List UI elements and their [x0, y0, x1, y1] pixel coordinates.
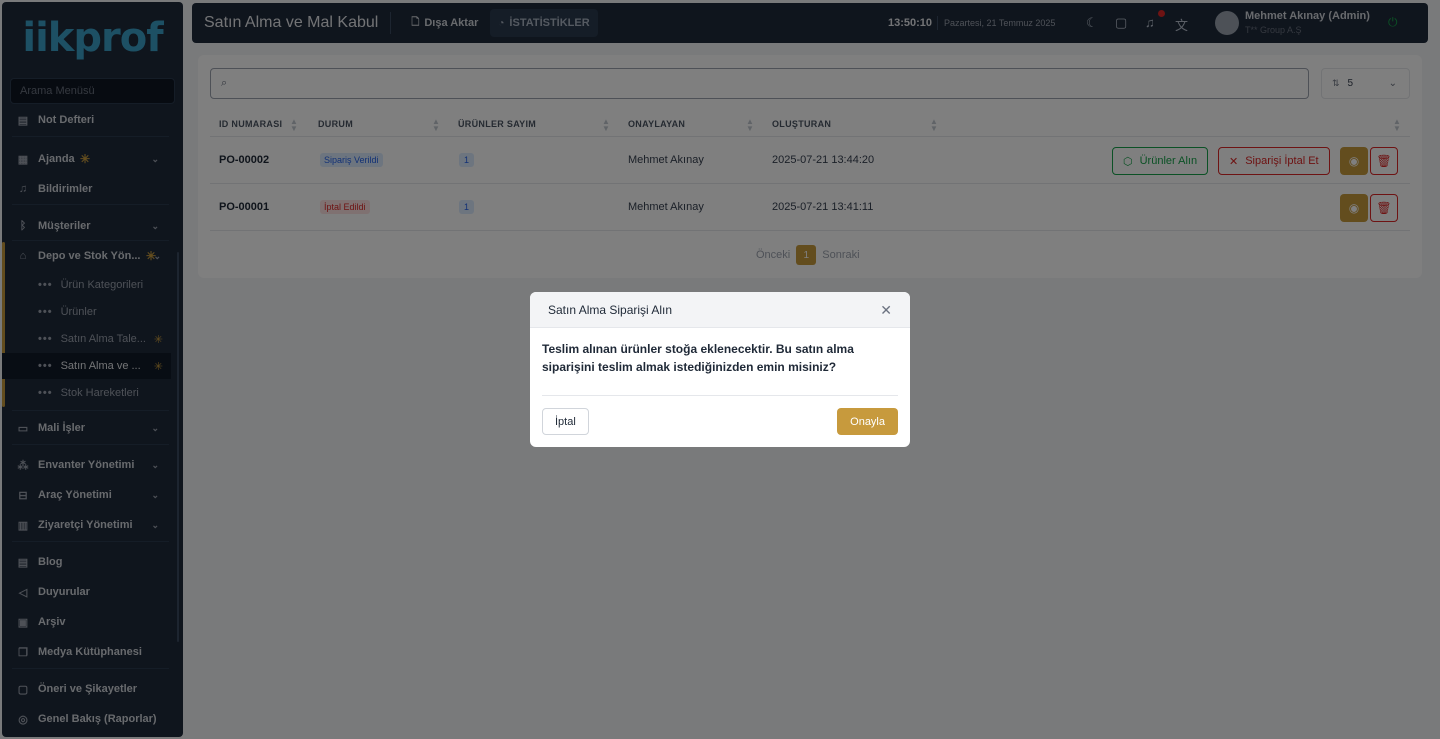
cancel-button[interactable]: İptal [542, 408, 589, 435]
dialog-title: Satın Alma Siparişi Alın [548, 302, 673, 317]
close-icon[interactable]: ✕ [880, 302, 892, 319]
confirm-button[interactable]: Onayla [837, 408, 898, 435]
dialog-message: Teslim alınan ürünler stoğa eklenecektir… [542, 342, 854, 374]
dialog-header: Satın Alma Siparişi Alın ✕ [530, 292, 910, 328]
confirm-receive-dialog: Satın Alma Siparişi Alın ✕ Teslim alınan… [530, 292, 910, 447]
divider [542, 395, 898, 396]
